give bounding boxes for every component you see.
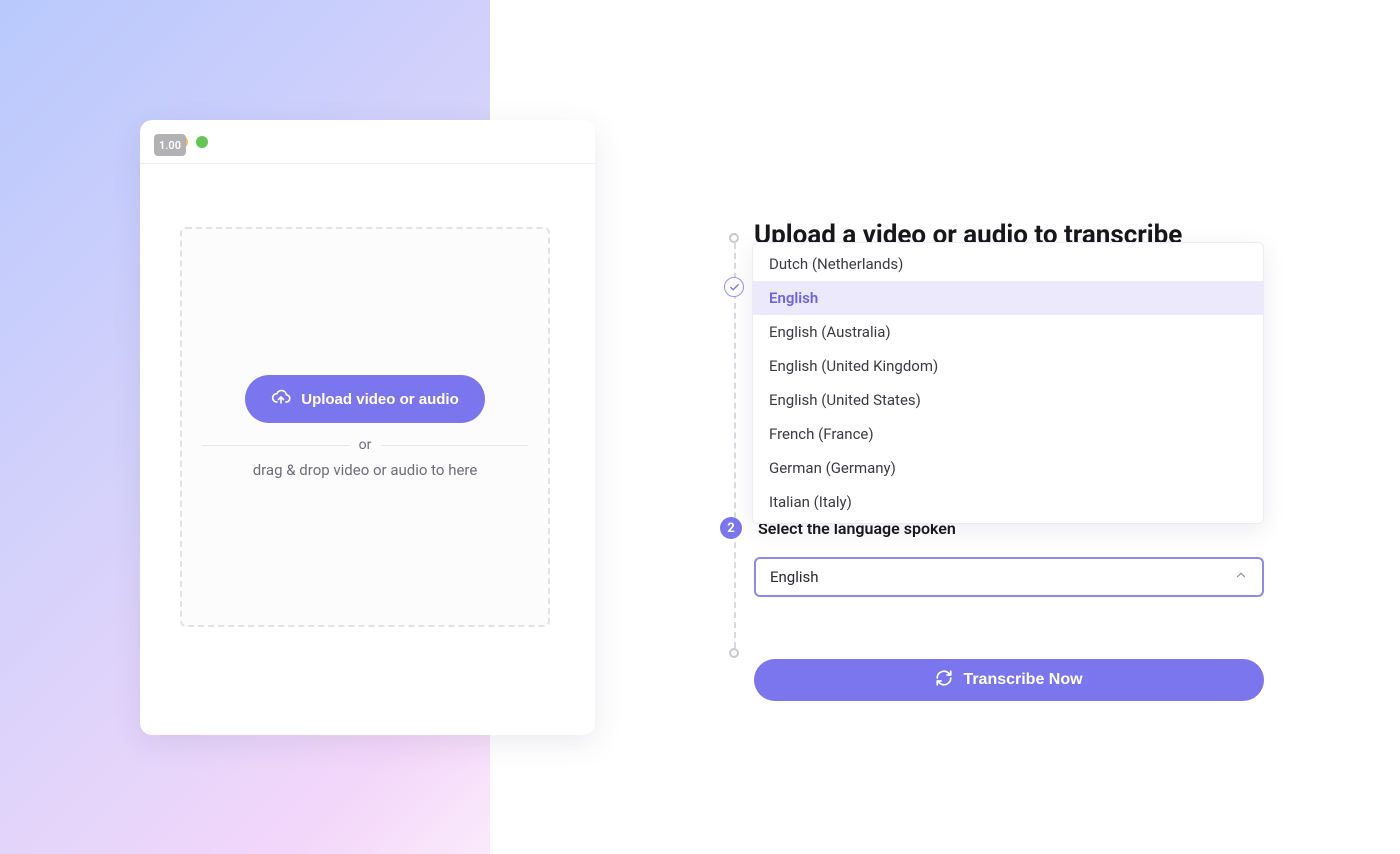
duration-badge: 1.00 (154, 134, 186, 156)
language-option[interactable]: English (753, 281, 1263, 315)
language-option[interactable]: English (Australia) (753, 315, 1263, 349)
language-option[interactable]: English (United Kingdom) (753, 349, 1263, 383)
language-option[interactable]: English (United States) (753, 383, 1263, 417)
divider-row: or (202, 437, 528, 453)
step-2-badge: 2 (720, 517, 742, 539)
upload-button-label: Upload video or audio (301, 391, 459, 408)
language-option[interactable]: Italian (Italy) (753, 485, 1263, 519)
upload-button[interactable]: Upload video or audio (245, 375, 485, 423)
chevron-up-icon (1234, 568, 1248, 586)
divider-text: or (359, 437, 372, 453)
upload-dropzone[interactable]: Upload video or audio or drag & drop vid… (180, 227, 550, 627)
language-select-value: English (770, 568, 819, 586)
upload-panel: 1.00 Upload video or audio or drag & dro… (140, 120, 595, 735)
transcribe-button-label: Transcribe Now (963, 671, 1082, 689)
panel-titlebar (140, 120, 595, 164)
transcribe-button[interactable]: Transcribe Now (754, 659, 1264, 701)
language-dropdown[interactable]: Dutch (Netherlands)EnglishEnglish (Austr… (752, 242, 1264, 524)
divider-line-left (202, 445, 349, 446)
language-select[interactable]: English (754, 557, 1264, 597)
cloud-upload-icon (271, 387, 291, 411)
language-option[interactable]: German (Germany) (753, 451, 1263, 485)
refresh-icon (935, 669, 953, 692)
traffic-light-max (196, 136, 208, 148)
divider-line-right (381, 445, 528, 446)
language-option[interactable]: French (France) (753, 417, 1263, 451)
language-option[interactable]: Dutch (Netherlands) (753, 247, 1263, 281)
drop-hint-text: drag & drop video or audio to here (253, 461, 478, 479)
